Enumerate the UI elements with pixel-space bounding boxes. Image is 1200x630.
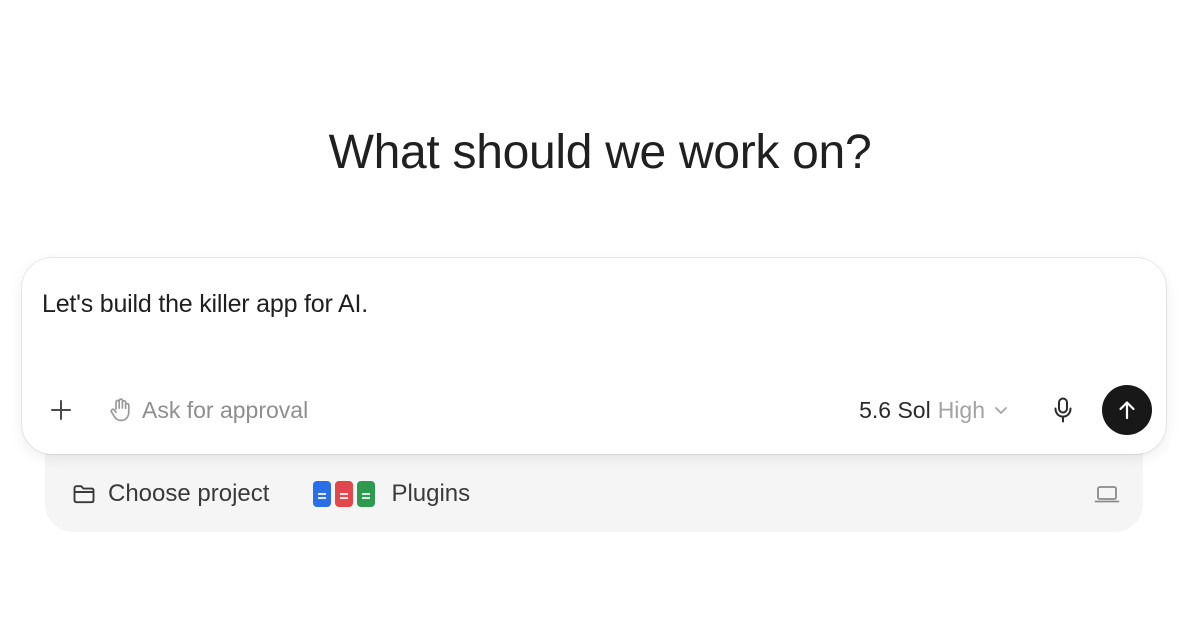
composer-toolbar: Ask for approval 5.6 Sol High <box>22 382 1166 438</box>
hand-icon <box>110 398 130 422</box>
send-button[interactable] <box>1102 385 1152 435</box>
composer: Let's build the killer app for AI. Ask f… <box>22 258 1166 454</box>
model-level: High <box>937 396 985 423</box>
laptop-icon <box>1094 486 1120 503</box>
docs-icon <box>313 481 332 507</box>
plus-icon <box>51 400 71 420</box>
model-selector[interactable]: 5.6 Sol High <box>859 397 1009 424</box>
chevron-down-icon <box>993 404 1009 416</box>
add-button[interactable] <box>44 393 78 427</box>
microphone-icon <box>1054 397 1072 423</box>
pdf-icon <box>335 481 354 507</box>
ask-for-approval-label: Ask for approval <box>142 396 309 423</box>
microphone-button[interactable] <box>1047 394 1079 426</box>
prompt-input[interactable]: Let's build the killer app for AI. <box>42 290 368 319</box>
arrow-up-icon <box>1119 401 1135 420</box>
plugin-icons <box>313 481 379 507</box>
choose-project-button[interactable]: Choose project <box>72 480 269 508</box>
environment-button[interactable] <box>1093 483 1121 505</box>
project-bar-row: Choose project Plugins <box>45 470 1143 518</box>
plugins-button[interactable]: Plugins <box>313 480 470 508</box>
folder-icon <box>73 485 95 504</box>
sheets-icon <box>357 481 376 507</box>
ask-for-approval-button[interactable]: Ask for approval <box>108 397 308 424</box>
page-title: What should we work on? <box>328 126 872 179</box>
plugins-label: Plugins <box>391 480 471 507</box>
choose-project-label: Choose project <box>108 480 270 507</box>
model-name: 5.6 Sol <box>859 396 931 423</box>
